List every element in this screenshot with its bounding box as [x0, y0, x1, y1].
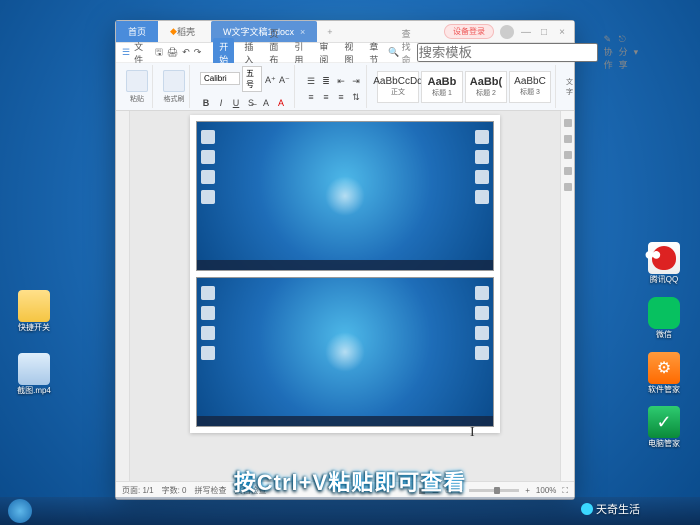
- style-h3[interactable]: AaBbC标题 3: [509, 71, 551, 103]
- vertical-ruler: [116, 111, 130, 481]
- desktop-icon-software[interactable]: 软件管家: [640, 352, 688, 395]
- sidepanel-icon[interactable]: [564, 151, 572, 159]
- wps-window: 首页 ◆ 稻壳 W 文字文稿1.docx× + 设备登录 — □ × ☰ 文件 …: [115, 20, 575, 500]
- align-center-button[interactable]: ≡: [320, 90, 332, 102]
- size-select[interactable]: 五号: [242, 66, 262, 92]
- qat-undo-icon[interactable]: ↶: [182, 47, 190, 58]
- search-input[interactable]: [417, 43, 598, 62]
- document-area: [116, 111, 574, 481]
- pasted-screenshot-1[interactable]: [196, 121, 494, 271]
- highlight-button[interactable]: A: [260, 96, 272, 108]
- align-left-button[interactable]: ≡: [305, 90, 317, 102]
- qat-save-icon[interactable]: 🖫: [155, 45, 163, 61]
- menubar: ☰ 文件 🖫 🖨 ↶ ↷ 开始 插入 页面布局 引用 审阅 视图 章节 🔍查找命…: [116, 43, 574, 63]
- ribbon-font: Calibri 五号 A⁺ A⁻ B I U S̶ A A: [196, 65, 295, 108]
- text-cursor: I: [470, 425, 475, 441]
- ribbon-brush: 格式刷: [159, 65, 190, 108]
- coop-button[interactable]: ✎协作: [604, 34, 613, 71]
- paste-button[interactable]: [126, 70, 148, 92]
- ribbon-clipboard: 粘贴: [122, 65, 153, 108]
- align-right-button[interactable]: ≡: [335, 90, 347, 102]
- close-icon[interactable]: ×: [300, 27, 305, 37]
- subtitle-overlay: 按Ctrl+V粘贴即可查看: [0, 465, 700, 497]
- qat-redo-icon[interactable]: ↷: [194, 47, 202, 58]
- desktop-icons-left: 快捷开关 截图.mp4: [10, 290, 58, 396]
- start-button[interactable]: [8, 499, 32, 523]
- page: [190, 115, 500, 433]
- pasted-screenshot-2[interactable]: [196, 277, 494, 427]
- new-tab-button[interactable]: +: [317, 27, 342, 37]
- style-h1[interactable]: AaBb标题 1: [421, 71, 463, 103]
- bold-button[interactable]: B: [200, 96, 212, 108]
- style-h2[interactable]: AaBb(标题 2: [465, 71, 507, 103]
- strike-button[interactable]: S̶: [245, 96, 257, 108]
- side-panel: [560, 111, 574, 481]
- ribbon: 粘贴 格式刷 Calibri 五号 A⁺ A⁻ B I U S̶ A A: [116, 63, 574, 111]
- font-select[interactable]: Calibri: [200, 72, 240, 85]
- indent-dec-button[interactable]: ⇤: [335, 74, 347, 86]
- desktop-icon[interactable]: 快捷开关: [10, 290, 58, 333]
- desktop-icons-right: 腾讯QQ 微信 软件管家 电脑管家: [640, 242, 688, 449]
- italic-button[interactable]: I: [215, 96, 227, 108]
- tab-templates[interactable]: ◆ 稻壳: [158, 21, 207, 42]
- shrink-font-button[interactable]: A⁻: [278, 73, 290, 85]
- desktop-icon-guard[interactable]: 电脑管家: [640, 406, 688, 449]
- ribbon-styles: AaBbCcDd正文 AaBb标题 1 AaBb(标题 2 AaBbC标题 3: [373, 65, 556, 108]
- sidepanel-icon[interactable]: [564, 183, 572, 191]
- format-painter-button[interactable]: [163, 70, 185, 92]
- line-spacing-button[interactable]: ⇅: [350, 90, 362, 102]
- numbering-button[interactable]: ≣: [320, 74, 332, 86]
- desktop-icon[interactable]: 截图.mp4: [10, 353, 58, 396]
- ribbon-text: 文字: [562, 65, 577, 108]
- font-color-button[interactable]: A: [275, 96, 287, 108]
- sidepanel-icon[interactable]: [564, 135, 572, 143]
- bullets-button[interactable]: ☰: [305, 74, 317, 86]
- desktop-icon-wechat[interactable]: 微信: [640, 297, 688, 340]
- underline-button[interactable]: U: [230, 96, 242, 108]
- sidepanel-icon[interactable]: [564, 119, 572, 127]
- style-normal[interactable]: AaBbCcDd正文: [377, 71, 419, 103]
- grow-font-button[interactable]: A⁺: [264, 73, 276, 85]
- menu-file[interactable]: 文件: [134, 40, 143, 66]
- watermark: 天奇生活: [581, 501, 640, 517]
- share-button[interactable]: ⎋分享: [619, 34, 628, 71]
- sidepanel-icon[interactable]: [564, 167, 572, 175]
- indent-inc-button[interactable]: ⇥: [350, 74, 362, 86]
- ribbon-paragraph: ☰ ≣ ⇤ ⇥ ≡ ≡ ≡ ⇅: [301, 65, 367, 108]
- qat-print-icon[interactable]: 🖨: [167, 47, 178, 58]
- document-scroll[interactable]: [130, 111, 560, 481]
